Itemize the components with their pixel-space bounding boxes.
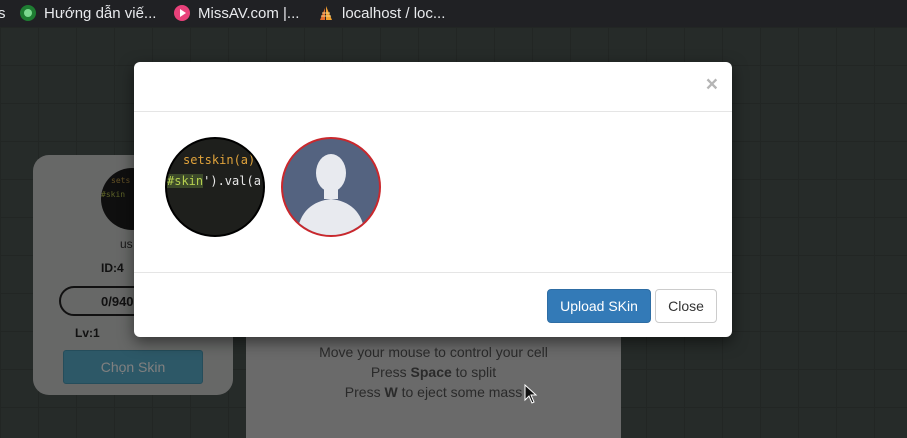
skin-code-highlight: #skin (167, 174, 204, 188)
play-icon (174, 5, 190, 21)
bookmark-missav[interactable]: MissAV.com |... (174, 3, 299, 23)
mouse-cursor-icon (524, 384, 538, 404)
user-silhouette-icon (297, 154, 365, 235)
close-button[interactable]: Close (655, 289, 717, 323)
bookmark-label: localhost / loc... (342, 4, 446, 22)
phpmyadmin-sail-icon (318, 5, 334, 21)
skin-option-default[interactable] (281, 137, 381, 237)
bookmark-truncated[interactable]: s (0, 3, 6, 23)
skin-code-line1: setskin(a) (183, 153, 256, 167)
modal-header: × (134, 62, 732, 112)
skin-code-line2: #skin').val(a (167, 174, 261, 188)
leaf-icon (20, 5, 36, 21)
bookmark-localhost[interactable]: localhost / loc... (318, 3, 445, 23)
modal-footer: Upload SKin Close (134, 272, 732, 337)
skin-modal: × setskin(a) #skin').val(a Upload SKin C… (134, 62, 732, 337)
close-icon[interactable]: × (706, 74, 718, 95)
bookmark-label: MissAV.com |... (198, 4, 300, 22)
bookmark-label: s (0, 4, 6, 22)
bookmark-huong-dan[interactable]: Hướng dẫn viế... (20, 3, 156, 23)
skin-code-rest: ').val(a (203, 174, 261, 188)
upload-skin-button[interactable]: Upload SKin (547, 289, 651, 323)
bookmarks-bar: s Hướng dẫn viế... MissAV.com |... local… (0, 0, 907, 27)
bookmark-label: Hướng dẫn viế... (44, 4, 157, 22)
skin-option-code[interactable]: setskin(a) #skin').val(a (165, 137, 265, 237)
